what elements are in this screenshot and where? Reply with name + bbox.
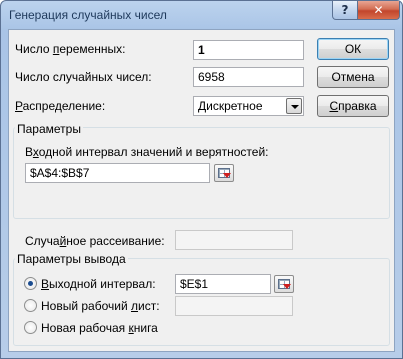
input-range-label: Входной интервал значений и верятностей: bbox=[25, 145, 269, 159]
random-seed-field[interactable] bbox=[175, 230, 293, 250]
distribution-select[interactable]: Дискретное bbox=[193, 96, 304, 116]
num-variables-label: Число переменных: bbox=[15, 42, 126, 56]
new-worksheet-radio[interactable] bbox=[24, 299, 37, 312]
new-workbook-radio[interactable] bbox=[24, 321, 37, 334]
output-range-label[interactable]: Выходной интервал: bbox=[41, 277, 156, 291]
output-options-title: Параметры вывода bbox=[15, 252, 128, 266]
output-range-field[interactable]: $E$1 bbox=[175, 274, 271, 294]
ok-button[interactable]: ОК bbox=[317, 38, 389, 60]
title-bar[interactable]: Генерация случайных чисел ? ✕ bbox=[1, 1, 402, 29]
input-range-field[interactable]: $A$4:$B$7 bbox=[25, 163, 210, 183]
range-select-icon[interactable] bbox=[274, 275, 294, 293]
random-seed-label: Случайное рассеивание: bbox=[25, 234, 165, 248]
dialog-body: Число переменных: 1 Число случайных чисе… bbox=[8, 29, 395, 352]
range-select-icon[interactable] bbox=[214, 164, 234, 182]
new-workbook-label[interactable]: Новая рабочая книга bbox=[41, 321, 158, 335]
help-icon[interactable]: ? bbox=[332, 1, 358, 20]
close-icon[interactable]: ✕ bbox=[357, 1, 400, 20]
new-worksheet-field[interactable] bbox=[175, 296, 293, 316]
num-variables-field[interactable]: 1 bbox=[193, 40, 304, 60]
cancel-button[interactable]: Отмена bbox=[317, 66, 389, 88]
parameters-group-title: Параметры bbox=[15, 122, 83, 136]
num-random-field[interactable]: 6958 bbox=[193, 67, 304, 87]
new-worksheet-label[interactable]: Новый рабочий лист: bbox=[41, 299, 160, 313]
dialog-title: Генерация случайных чисел bbox=[9, 8, 167, 22]
chevron-down-icon[interactable] bbox=[286, 98, 302, 114]
distribution-label: Распределение: bbox=[15, 99, 106, 113]
distribution-value: Дискретное bbox=[198, 99, 263, 113]
output-range-radio[interactable] bbox=[24, 277, 37, 290]
num-random-label: Число случайных чисел: bbox=[15, 70, 152, 84]
help-button[interactable]: Справка bbox=[317, 95, 389, 117]
dialog-window: Генерация случайных чисел ? ✕ Число пере… bbox=[0, 0, 403, 359]
